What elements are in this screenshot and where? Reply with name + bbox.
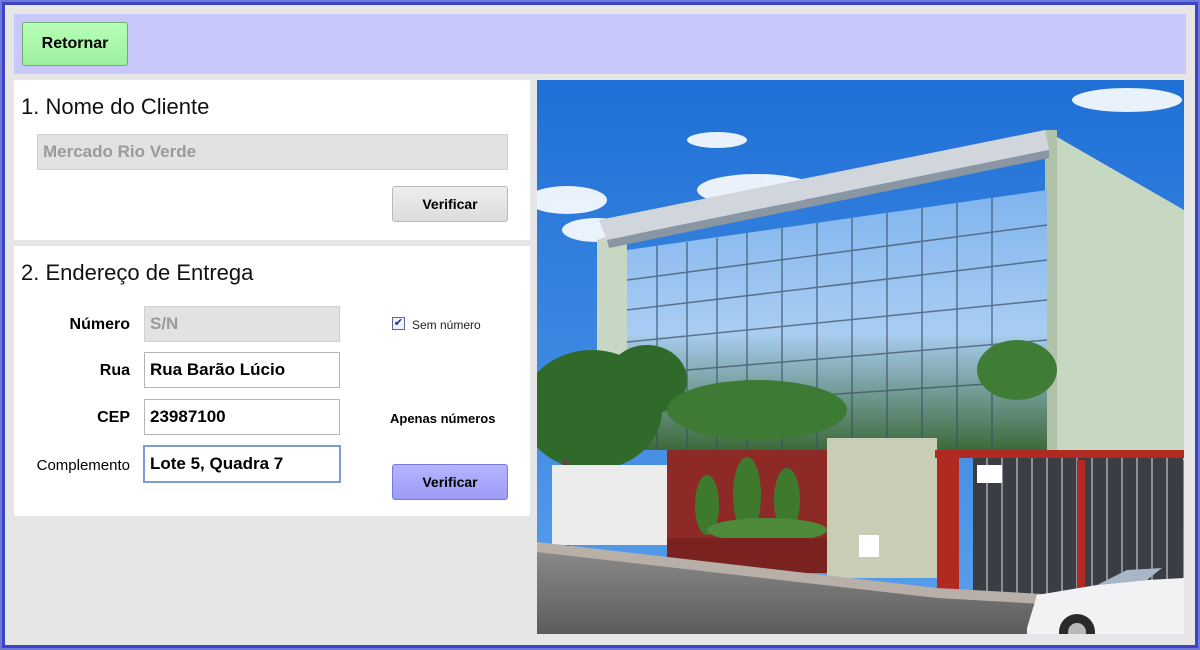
verify-client-button[interactable]: Verificar — [392, 186, 508, 222]
complemento-input[interactable] — [143, 445, 341, 483]
numero-label: Número — [69, 316, 130, 333]
building-illustration — [537, 80, 1184, 634]
building-photo — [537, 80, 1184, 634]
client-section-title: 1. Nome do Cliente — [21, 94, 210, 119]
client-name-input[interactable] — [37, 134, 508, 170]
cep-input[interactable] — [144, 399, 340, 435]
complemento-label: Complemento — [36, 457, 130, 474]
rua-label: Rua — [99, 362, 130, 379]
address-section-title: 2. Endereço de Entrega — [21, 260, 254, 285]
sem-numero-checkbox[interactable]: ✔ — [392, 317, 405, 330]
top-toolbar — [14, 14, 1186, 74]
return-button[interactable]: Retornar — [22, 22, 128, 66]
sem-numero-label: Sem número — [412, 318, 481, 332]
verify-address-button[interactable]: Verificar — [392, 464, 508, 500]
cep-hint: Apenas números — [390, 411, 496, 426]
numero-input[interactable] — [144, 306, 340, 342]
cep-label: CEP — [97, 409, 130, 426]
rua-input[interactable] — [144, 352, 340, 388]
